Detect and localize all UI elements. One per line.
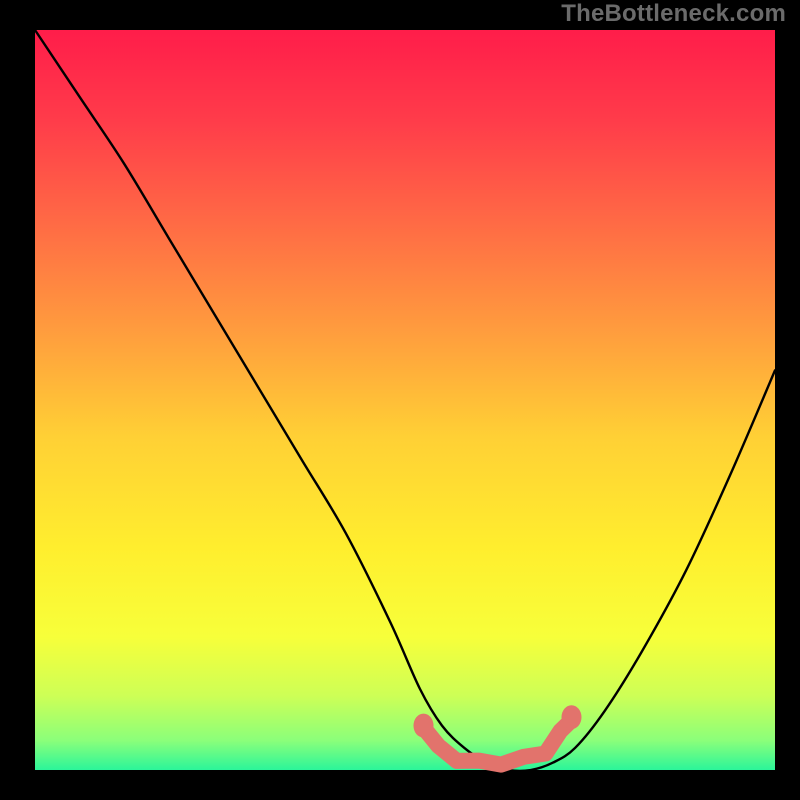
cluster-end-1 <box>562 705 582 729</box>
chart-svg <box>0 0 800 800</box>
plot-background <box>35 30 775 770</box>
chart-frame: TheBottleneck.com <box>0 0 800 800</box>
cluster-end-0 <box>414 714 434 738</box>
